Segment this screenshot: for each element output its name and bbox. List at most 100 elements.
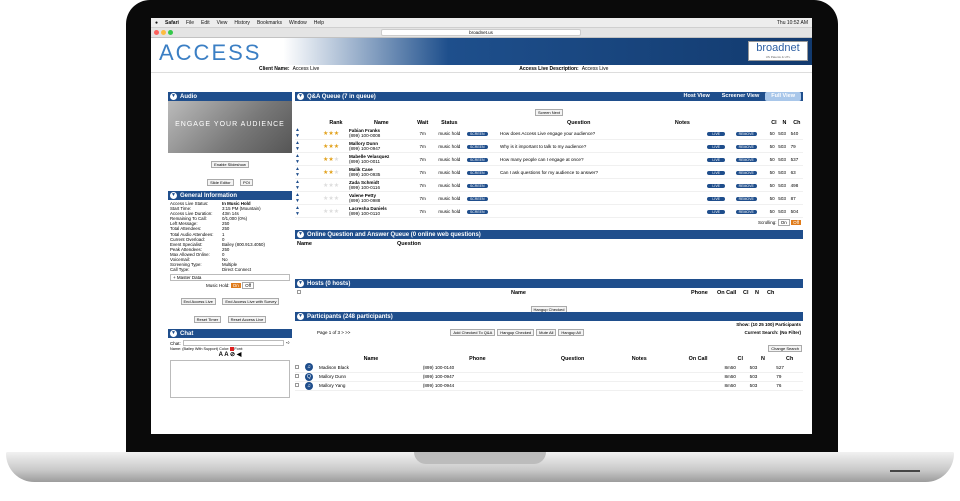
add-to-qa-button[interactable]: Add Checked To Q&A <box>450 329 496 336</box>
menu-file[interactable]: File <box>186 20 194 26</box>
end-with-survey-button[interactable]: End Access Live with Survey <box>222 298 280 306</box>
remove-button[interactable]: REMOVE <box>735 183 757 188</box>
remove-button[interactable]: REMOVE <box>735 170 757 175</box>
mute-all-button[interactable]: Mute All <box>536 329 557 336</box>
rank-stars[interactable]: ★★★ <box>323 204 349 218</box>
rank-stars[interactable]: ★★★ <box>323 165 349 179</box>
participant-question[interactable] <box>532 372 614 382</box>
enable-slideshow-button[interactable]: Enable Slideshow <box>211 161 249 168</box>
participant-question[interactable] <box>532 363 614 373</box>
remove-button[interactable]: REMOVE <box>735 131 757 136</box>
chat-input[interactable] <box>182 340 285 347</box>
notes[interactable] <box>657 178 708 192</box>
scrolling-off-button[interactable]: Off <box>791 220 801 225</box>
full-view-tab[interactable]: Full View <box>765 92 801 101</box>
chat-log[interactable] <box>170 360 290 399</box>
qa-row[interactable]: ▲ ▼ ★★★ Valene Petty (899) 100-0988 7m music h… <box>295 191 803 205</box>
move-arrows-icon[interactable]: ▲ ▼ <box>295 165 323 179</box>
rank-stars[interactable]: ★★★ <box>323 191 349 205</box>
rank-stars[interactable]: ★★★ <box>323 178 349 192</box>
reset-access-live-button[interactable]: Reset Access Live <box>227 316 267 324</box>
apple-icon[interactable]: ● <box>155 20 158 26</box>
qa-row[interactable]: ▲ ▼ ★★★ Malik Case (899) 100-0935 7m music hol… <box>295 165 803 179</box>
live-button[interactable]: LIVE <box>707 144 725 149</box>
close-window-icon[interactable] <box>154 30 159 35</box>
remove-button[interactable]: REMOVE <box>735 144 757 149</box>
menu-view[interactable]: View <box>217 20 228 26</box>
live-button[interactable]: LIVE <box>707 196 725 201</box>
sound-icon[interactable]: ◀ <box>237 352 242 358</box>
qa-row[interactable]: ▲ ▼ ★★★ Fabian Franks (899) 100-0008 7m music … <box>295 127 803 140</box>
move-arrows-icon[interactable]: ▲ ▼ <box>295 139 323 153</box>
row-checkbox[interactable] <box>295 374 299 378</box>
screen-button[interactable]: SCREEN <box>466 209 488 214</box>
menu-window[interactable]: Window <box>289 20 307 26</box>
clear-icon[interactable]: ⊘ <box>230 352 235 358</box>
row-checkbox[interactable] <box>295 364 299 369</box>
minimize-window-icon[interactable] <box>161 30 166 35</box>
master-data-toggle[interactable]: + Master Data <box>170 274 290 282</box>
host-view-tab[interactable]: Host View <box>678 92 716 101</box>
reset-timer-button[interactable]: Reset Timer <box>193 316 222 324</box>
qa-row[interactable]: ▲ ▼ ★★★ Zada Schmidt (899) 100-0116 7m music h… <box>295 178 803 192</box>
hosts-select-all[interactable] <box>297 290 301 294</box>
notes[interactable] <box>657 204 708 218</box>
notes[interactable] <box>657 127 708 140</box>
move-arrows-icon[interactable]: ▲ ▼ <box>295 204 323 218</box>
qa-row[interactable]: ▲ ▼ ★★★ Lacresha Daniels (899) 100-0110 7m mus… <box>295 204 803 218</box>
end-access-live-button[interactable]: End Access Live <box>180 298 216 306</box>
notes[interactable] <box>657 165 708 179</box>
move-arrows-icon[interactable]: ▲ ▼ <box>295 191 323 205</box>
menu-history[interactable]: History <box>234 20 250 26</box>
remove-button[interactable]: REMOVE <box>735 157 757 162</box>
send-icon[interactable]: ➪ <box>286 340 290 346</box>
remove-button[interactable]: REMOVE <box>735 196 757 201</box>
url-bar[interactable]: broadnet.us <box>381 29 581 36</box>
notes[interactable] <box>657 139 708 153</box>
live-button[interactable]: LIVE <box>707 209 725 214</box>
music-hold-off-button[interactable]: Off <box>242 282 254 290</box>
move-arrows-icon[interactable]: ▲ ▼ <box>295 127 323 140</box>
live-button[interactable]: LIVE <box>707 183 725 188</box>
font-size-buttons[interactable]: A A <box>219 352 229 358</box>
screen-button[interactable]: SCREEN <box>466 183 488 188</box>
menu-edit[interactable]: Edit <box>201 20 210 26</box>
remove-button[interactable]: REMOVE <box>735 209 757 214</box>
menu-help[interactable]: Help <box>314 20 324 26</box>
audio-header[interactable]: ▼ Audio <box>168 92 292 101</box>
hosts-header[interactable]: ▼ Hosts (0 hosts) <box>295 279 803 288</box>
change-search-button[interactable]: Change Search <box>768 345 802 352</box>
participants-show[interactable]: Show: (10 25 100) Participants <box>297 322 801 327</box>
pagination[interactable]: Page 1 of 3 > >> <box>317 330 350 335</box>
screen-button[interactable]: SCREEN <box>466 131 488 136</box>
notes[interactable] <box>657 152 708 166</box>
rank-stars[interactable]: ★★★ <box>323 152 349 166</box>
chat-header[interactable]: ▼ Chat <box>168 329 292 339</box>
scrolling-on-button[interactable]: On <box>777 219 790 226</box>
move-arrows-icon[interactable]: ▲ ▼ <box>295 152 323 166</box>
hangup-checked-button[interactable]: Hangup Checked <box>497 329 535 336</box>
screen-button[interactable]: SCREEN <box>466 170 488 175</box>
move-arrows-icon[interactable]: ▲ ▼ <box>295 178 323 192</box>
qa-row[interactable]: ▲ ▼ ★★★ Mabelle Velasquez (899) 100-0011 7m mu… <box>295 152 803 166</box>
hangup-all-button[interactable]: Hangup All <box>558 329 584 336</box>
menu-bookmarks[interactable]: Bookmarks <box>257 20 282 26</box>
live-button[interactable]: LIVE <box>707 131 725 136</box>
qa-queue-header[interactable]: ▼ Q&A Queue (7 in queue) Host View Screen… <box>295 92 803 101</box>
rank-stars[interactable]: ★★★ <box>323 139 349 153</box>
qa-row[interactable]: ▲ ▼ ★★★ Mallory Dunn (899) 100-0947 7m music h… <box>295 139 803 153</box>
zoom-window-icon[interactable] <box>168 30 173 35</box>
participant-question[interactable] <box>532 381 614 391</box>
rank-stars[interactable]: ★★★ <box>323 127 349 140</box>
live-button[interactable]: LIVE <box>707 170 725 175</box>
slide-editor-button[interactable]: Slide Editor <box>207 179 234 186</box>
participant-notes[interactable] <box>613 363 666 373</box>
menu-safari[interactable]: Safari <box>165 20 179 26</box>
general-info-header[interactable]: ▼ General Information <box>168 191 292 200</box>
online-qa-header[interactable]: ▼ Online Question and Answer Queue (0 onl… <box>295 230 803 239</box>
participant-row[interactable]: Q Mallory Dunn (899) 100-0947 8m 50 503 79 <box>295 372 803 382</box>
music-hold-on-button[interactable]: On <box>230 283 241 289</box>
participant-row[interactable]: ♫ Mallory Yang (899) 100-0944 8m 50 503 76 <box>295 381 803 391</box>
screen-next-button[interactable]: Screen Next <box>534 109 563 116</box>
notes[interactable] <box>657 191 708 205</box>
